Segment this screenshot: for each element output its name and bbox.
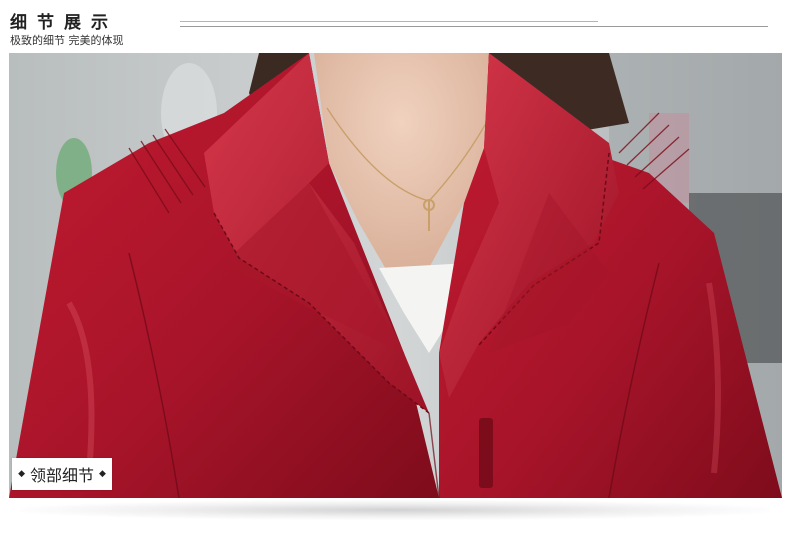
diamond-icon: ◆	[99, 468, 106, 479]
section-title: 细节展示	[10, 13, 118, 33]
divider-line-short	[180, 21, 598, 22]
section-subtitle: 极致的细节 完美的体现	[10, 34, 124, 47]
caption-badge: ◆ 领部细节 ◆	[12, 458, 112, 490]
jacket-collar-illustration	[9, 53, 782, 498]
photo-shadow	[20, 500, 770, 520]
divider-line-long	[180, 26, 768, 27]
diamond-icon: ◆	[18, 468, 25, 479]
caption-label: 领部细节	[29, 466, 94, 485]
product-photo	[9, 53, 782, 498]
product-detail-page: 细节展示 极致的细节 完美的体现 ◆ 领部细节 ◆	[0, 0, 790, 534]
